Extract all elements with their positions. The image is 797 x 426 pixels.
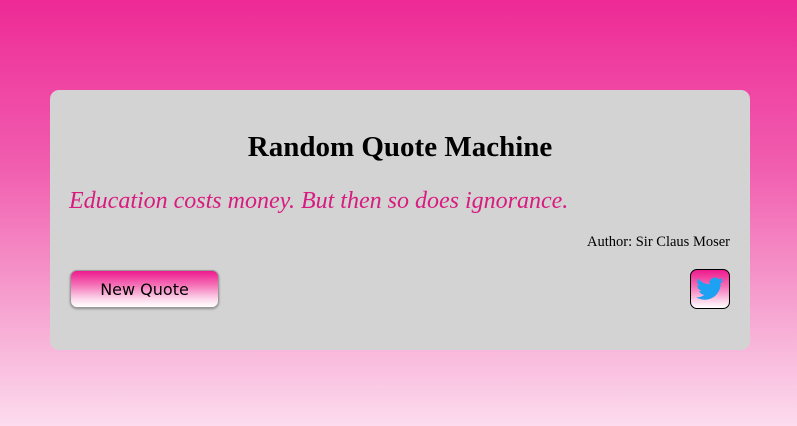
tweet-button[interactable]: [690, 269, 730, 309]
quote-author: Author: Sir Claus Moser: [587, 234, 730, 250]
quote-card: Random Quote Machine Education costs mon…: [50, 90, 750, 350]
new-quote-button[interactable]: New Quote: [70, 270, 219, 308]
page-title: Random Quote Machine: [247, 131, 553, 163]
twitter-bird-shape: [696, 277, 724, 300]
twitter-bird-icon: [696, 277, 724, 301]
quote-text: Education costs money. But then so does …: [69, 188, 569, 214]
